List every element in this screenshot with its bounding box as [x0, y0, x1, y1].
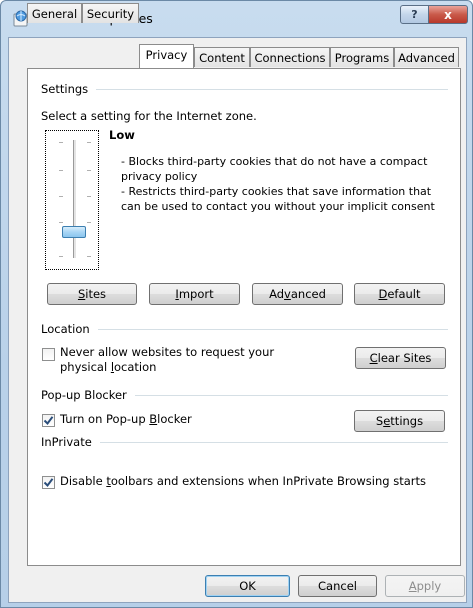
privacy-level-name: Low — [109, 128, 135, 142]
slider-tick — [59, 142, 63, 143]
slider-tick — [59, 222, 63, 223]
settings-heading: Settings — [41, 82, 89, 96]
slider-tick — [59, 170, 63, 171]
inprivate-group-header: InPrivate — [41, 435, 448, 449]
divider — [96, 88, 448, 90]
tab-label: Privacy — [145, 48, 188, 62]
tab-label: Security — [86, 7, 135, 21]
divider — [97, 328, 448, 330]
help-icon: ? — [411, 8, 418, 21]
privacy-slider-track[interactable] — [73, 140, 77, 258]
cancel-button[interactable]: Cancel — [298, 575, 377, 597]
never-allow-label-line2: physical location — [60, 360, 157, 374]
slider-tick — [87, 256, 91, 257]
slider-tick — [59, 196, 63, 197]
tab-label: Content — [199, 51, 245, 65]
description-line: - Restricts third-party cookies that sav… — [121, 185, 432, 198]
tab-advanced[interactable]: Advanced — [394, 47, 459, 67]
advanced-button[interactable]: Ad v anced — [252, 283, 343, 305]
slider-tick — [87, 222, 91, 223]
disable-toolbars-label: Disable toolbars and extensions when InP… — [60, 474, 426, 488]
description-line: privacy policy — [121, 170, 198, 183]
never-allow-label-line1: Never allow websites to request your — [60, 345, 275, 359]
never-allow-location-checkbox[interactable] — [42, 348, 55, 361]
description-line: - Blocks third-party cookies that do not… — [121, 155, 428, 168]
tab-security[interactable]: Security — [82, 3, 139, 23]
tab-label: Programs — [334, 51, 390, 65]
divider — [134, 394, 448, 396]
tab-label: Connections — [254, 51, 326, 65]
disable-toolbars-checkbox[interactable] — [42, 476, 55, 489]
zone-instruction: Select a setting for the Internet zone. — [41, 109, 257, 123]
import-button[interactable]: Import — [149, 283, 240, 305]
tab-connections[interactable]: Connections — [250, 47, 330, 67]
popup-heading: Pop-up Blocker — [41, 388, 127, 402]
apply-button[interactable]: Apply — [385, 575, 465, 597]
popup-group-header: Pop-up Blocker — [41, 388, 448, 402]
location-heading: Location — [41, 322, 90, 336]
turn-on-popup-blocker-checkbox[interactable] — [42, 414, 55, 427]
inprivate-heading: InPrivate — [41, 435, 92, 449]
slider-tick — [87, 142, 91, 143]
tab-programs[interactable]: Programs — [330, 47, 394, 67]
settings-group-header: Settings — [41, 82, 448, 96]
tab-content[interactable]: Content — [194, 47, 250, 67]
checkmark-icon — [43, 416, 54, 426]
slider-tick — [87, 170, 91, 171]
ok-button[interactable]: OK — [205, 575, 290, 597]
privacy-slider-thumb[interactable] — [62, 226, 86, 238]
turn-on-popup-label: Turn on Pop-up Blocker — [60, 412, 192, 426]
tab-general[interactable]: General — [27, 3, 82, 23]
location-group-header: Location — [41, 322, 448, 336]
slider-tick — [87, 196, 91, 197]
tab-label: Advanced — [398, 51, 455, 65]
clear-sites-button[interactable]: Clear Sites — [355, 347, 446, 369]
description-line: can be used to contact you without your … — [121, 200, 435, 213]
slider-tick — [59, 256, 63, 257]
tab-privacy[interactable]: Privacy — [139, 44, 194, 68]
help-button[interactable]: ? — [400, 5, 429, 24]
sites-button[interactable]: Sites — [47, 283, 137, 305]
tab-label: General — [31, 7, 78, 21]
close-button[interactable]: x — [428, 5, 468, 24]
checkmark-icon — [43, 478, 54, 488]
privacy-slider-focus — [45, 130, 99, 270]
popup-settings-button[interactable]: Se ttings — [354, 410, 445, 432]
default-button[interactable]: Default — [354, 283, 445, 305]
divider — [99, 441, 448, 443]
close-icon: x — [444, 7, 452, 22]
